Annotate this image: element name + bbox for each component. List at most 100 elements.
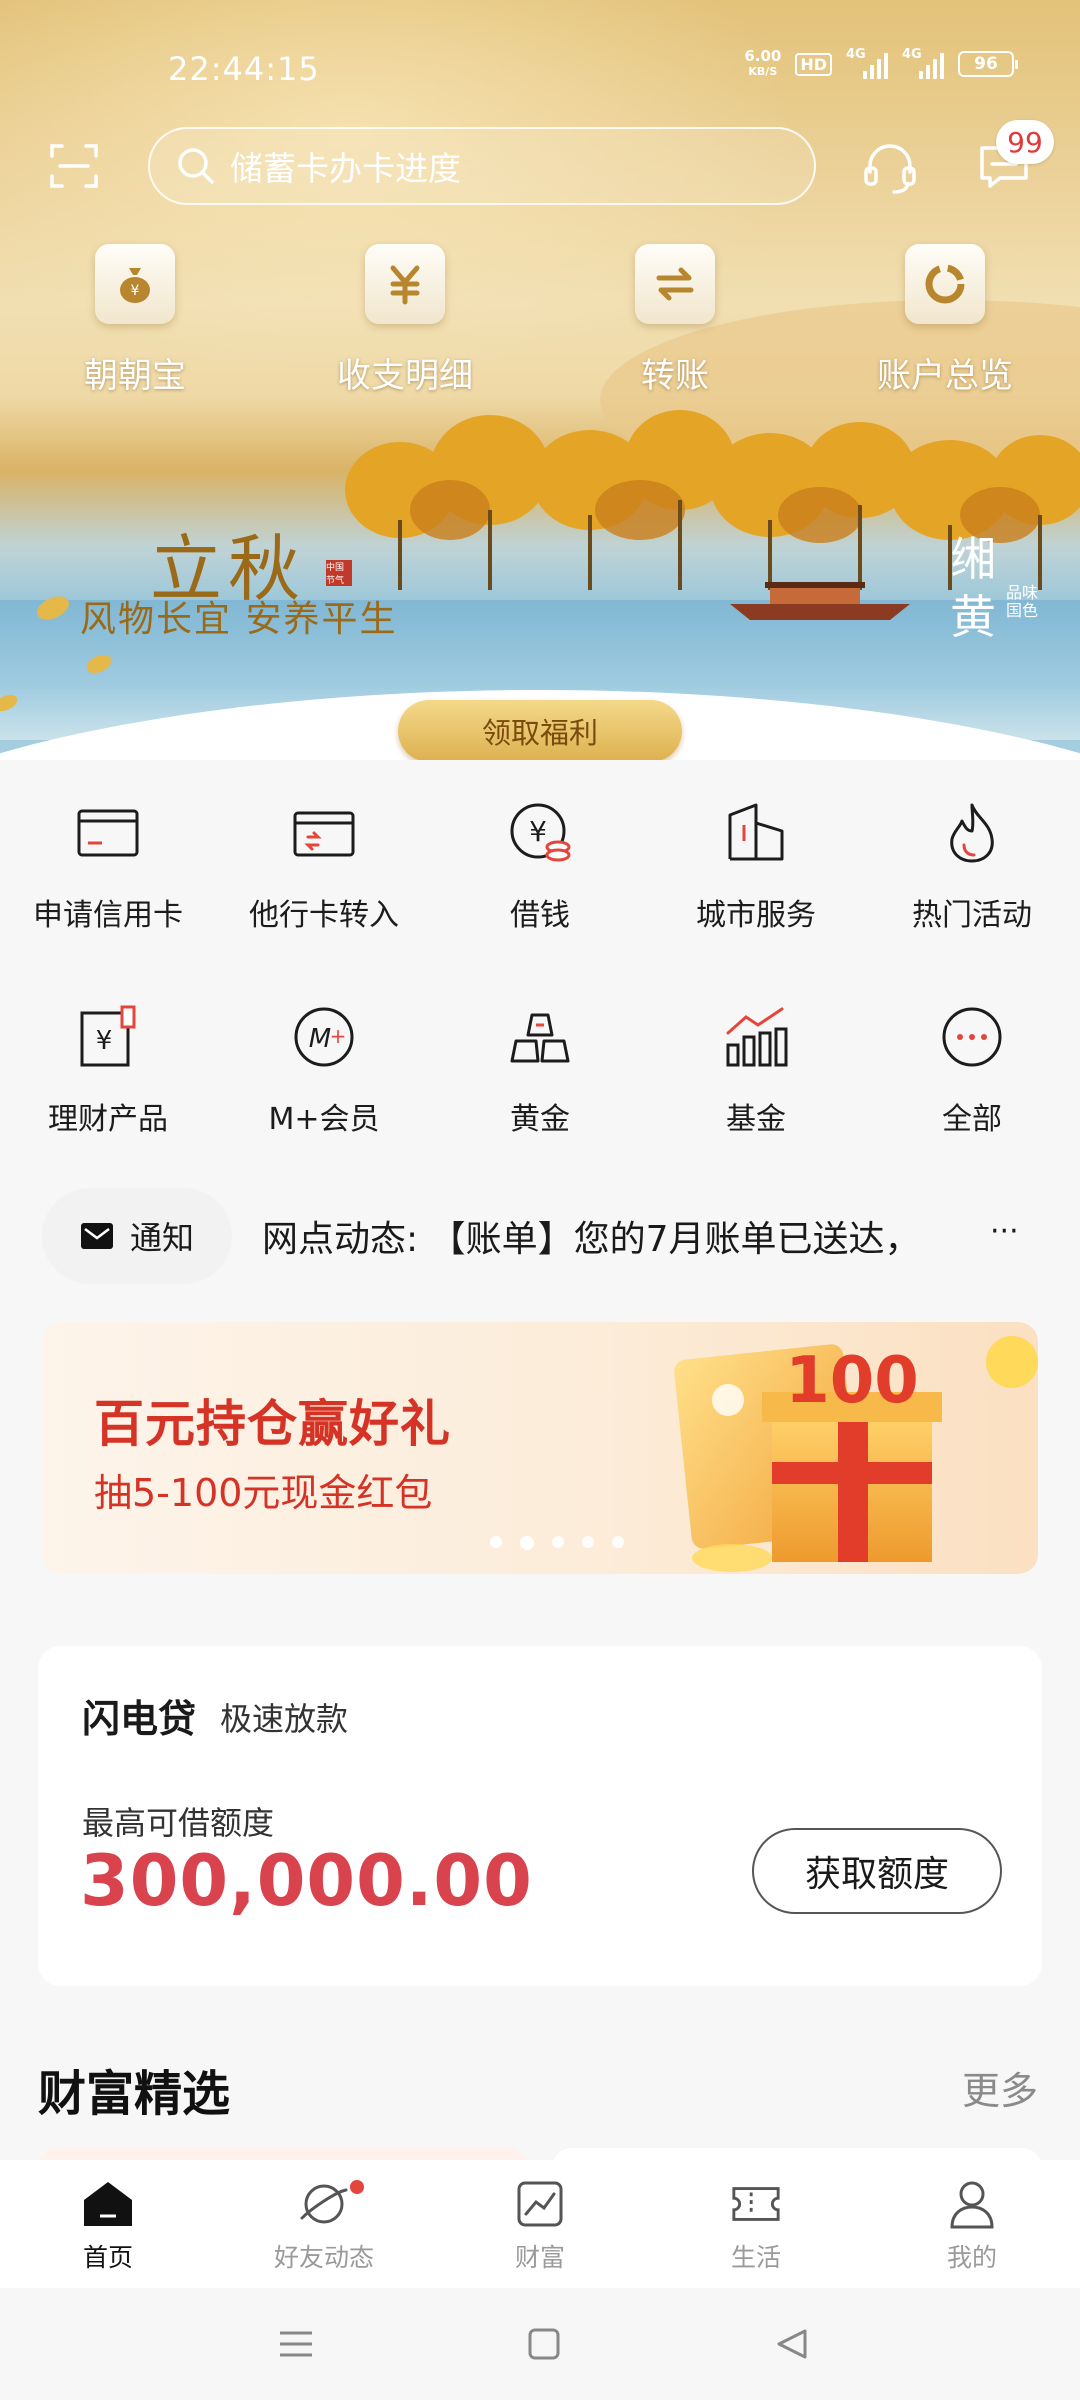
promo-title: 百元持仓赢好礼 [94,1395,451,1453]
ring-chart-icon [905,244,985,324]
tab-wealth[interactable]: 财富 [432,2160,648,2288]
home-square-icon[interactable] [518,2318,570,2370]
status-time: 22:44:15 [168,50,320,88]
customer-service-icon[interactable] [862,140,918,196]
quick-action-zhaozhaobao[interactable]: ¥ 朝朝宝 [0,244,270,397]
net-speed: 6.00 KB/S [744,48,781,80]
service-label: 全部 [942,1102,1002,1137]
person-icon [946,2178,998,2230]
card-transfer-icon [289,798,359,868]
quick-action-transactions[interactable]: 收支明细 [270,244,540,397]
boat-illustration [730,582,910,620]
carousel-indicator [490,1536,624,1550]
quick-action-overview[interactable]: 账户总览 [810,244,1080,397]
svg-text:¥: ¥ [131,283,140,299]
claim-benefits-button[interactable]: 领取福利 [398,700,682,760]
loan-coin-icon: ¥ [505,798,575,868]
banner-subtitle: 风物长宜 安养平生 [80,599,398,640]
promo-banner[interactable]: 100 百元持仓赢好礼 抽5-100元现金红包 [42,1322,1038,1574]
tab-label: 好友动态 [273,2243,374,2272]
money-bag-icon: ¥ [95,244,175,324]
loan-tag: 极速放款 [220,1700,349,1738]
signal-icon-sim1: 4G [846,47,888,79]
service-all[interactable]: 全部 [864,1002,1080,1206]
tab-label: 生活 [730,2243,781,2272]
tab-friends[interactable]: 好友动态 [216,2160,432,2288]
get-limit-button[interactable]: 获取额度 [752,1828,1002,1914]
menu-icon[interactable] [270,2318,322,2370]
service-borrow[interactable]: ¥ 借钱 [432,798,648,1002]
yuan-icon [365,244,445,324]
tab-me[interactable]: 我的 [864,2160,1080,2288]
service-gold[interactable]: 黄金 [432,1002,648,1206]
quick-action-label: 账户总览 [877,356,1013,396]
battery-icon: 96 [958,51,1018,77]
notification-dot [350,2180,364,2194]
wealth-section-title: 财富精选 [38,2066,231,2122]
service-fund[interactable]: 基金 [648,1002,864,1206]
svg-text:¥: ¥ [529,815,547,848]
fund-chart-icon [721,1002,791,1072]
scan-icon[interactable] [48,140,100,192]
carousel-dot [582,1536,594,1548]
message-count-badge: 99 [996,120,1054,164]
m-plus-icon: M + [289,1002,359,1072]
notice-bar[interactable]: 通知 网点动态: 【账单】您的7月账单已送达， ··· [0,1188,1080,1284]
wealth-more-link[interactable]: 更多 [962,2060,1038,2115]
back-icon[interactable] [766,2318,818,2370]
carousel-dot-active [520,1536,534,1550]
signal-icon-sim2: 4G [902,47,944,79]
tab-home[interactable]: 首页 [0,2160,216,2288]
service-label: 热门活动 [912,898,1032,933]
carousel-dot [490,1536,502,1548]
loan-title: 闪电贷 [82,1697,197,1741]
banner-seal: 中国节气 [326,560,352,586]
services-grid: 申请信用卡 他行卡转入 ¥ 借钱 城市服务 热门活动 ¥ 理财产品 M + M+… [0,798,1080,1206]
service-hot-events[interactable]: 热门活动 [864,798,1080,1002]
bottom-tab-bar: 首页 好友动态 财富 生活 我的 [0,2160,1080,2288]
tab-label: 财富 [514,2243,565,2272]
search-bar[interactable]: 储蓄卡办卡进度 [148,127,816,205]
net-speed-value: 6.00 [744,47,782,65]
notice-text[interactable]: 网点动态: 【账单】您的7月账单已送达， [262,1210,1032,1262]
service-label: 借钱 [510,898,570,933]
loan-limit-label: 最高可借额度 [82,1804,275,1842]
service-label: 他行卡转入 [249,898,399,933]
svg-text:¥: ¥ [96,1026,113,1056]
envelope-icon [80,1223,113,1249]
tab-label: 我的 [946,2243,997,2272]
service-label: 理财产品 [48,1102,168,1137]
more-dots-icon [937,1002,1007,1072]
quick-action-transfer[interactable]: 转账 [540,244,810,397]
transfer-arrows-icon [635,244,715,324]
ticket-icon [730,2178,782,2230]
service-wealth-products[interactable]: ¥ 理财产品 [0,1002,216,1206]
service-label: 黄金 [510,1102,570,1137]
svg-text:+: + [330,1024,347,1048]
net-speed-unit: KB/S [748,65,778,78]
quick-action-label: 收支明细 [337,356,473,396]
gift-badge: 100 [785,1344,919,1418]
status-icons: 6.00 KB/S HD 4G 4G 96 [744,47,1018,80]
gold-bars-icon [505,1002,575,1072]
notice-tag: 通知 [42,1188,232,1284]
quick-action-label: 朝朝宝 [84,356,186,396]
service-m-plus[interactable]: M + M+会员 [216,1002,432,1206]
flash-loan-card[interactable]: 闪电贷 极速放款 最高可借额度 300,000.00 获取额度 [38,1646,1042,1986]
service-label: M+会员 [268,1102,380,1137]
notice-tag-label: 通知 [129,1219,194,1257]
trend-chart-icon [514,2178,566,2230]
planet-icon [298,2178,350,2230]
banner-side-title-text: 缃黄 [950,532,996,644]
banner-side-small: 品味国色 [1006,583,1039,620]
system-nav-bar [0,2288,1080,2400]
wealth-product-icon: ¥ [73,1002,143,1072]
service-city[interactable]: 城市服务 [648,798,864,1002]
notice-more[interactable]: ··· [990,1214,1019,1249]
service-card-transfer-in[interactable]: 他行卡转入 [216,798,432,1002]
banner-side-title: 缃黄 [950,530,1000,646]
tab-life[interactable]: 生活 [648,2160,864,2288]
service-credit-card[interactable]: 申请信用卡 [0,798,216,1002]
quick-action-label: 转账 [641,356,709,396]
hero-banner[interactable]: 22:44:15 6.00 KB/S HD 4G 4G 96 储蓄卡办卡进度 9… [0,0,1080,760]
